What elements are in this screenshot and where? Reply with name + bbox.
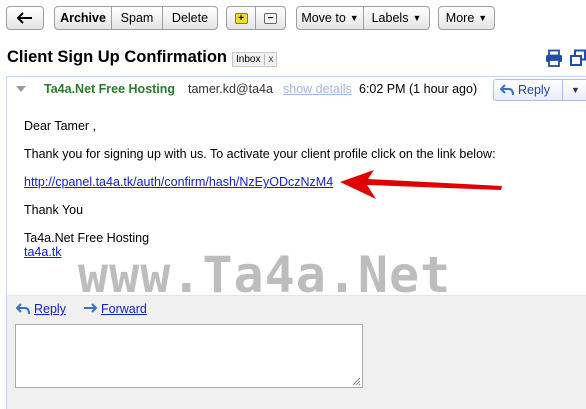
chevron-down-icon: ▼ [412, 13, 422, 23]
remove-label-x[interactable]: x [264, 54, 273, 65]
reply-button-label: Reply [518, 83, 550, 97]
toolbar: Archive Spam Delete + − Move to ▼ Labels… [0, 0, 586, 36]
reply-arrow-icon [500, 84, 514, 96]
quick-reply-area: Reply Forward [7, 295, 586, 409]
forward-arrow-icon [84, 303, 97, 313]
print-icon[interactable] [545, 49, 563, 67]
site-link[interactable]: ta4a.tk [24, 245, 62, 259]
remove-label-icon: − [264, 12, 277, 24]
reply-options-dropdown[interactable]: ▼ [563, 79, 586, 101]
greeting-text: Dear Tamer , [24, 119, 97, 133]
message-timestamp: 6:02 PM (1 hour ago) [359, 82, 478, 96]
signature-text: Ta4a.Net Free Hosting [24, 231, 150, 245]
sender-name: Ta4a.Net Free Hosting [44, 82, 176, 96]
inbox-label-chip[interactable]: Inbox x [232, 52, 278, 67]
archive-button[interactable]: Archive [54, 6, 112, 30]
more-label: More [445, 11, 475, 25]
back-button[interactable] [6, 6, 44, 30]
chevron-down-icon: ▼ [349, 13, 359, 23]
sender-email: tamer.kd@ta4a [188, 82, 273, 96]
resize-grip-icon[interactable] [351, 376, 361, 386]
reply-arrow-icon [16, 303, 30, 315]
reply-button[interactable]: Reply [493, 79, 563, 101]
forward-link[interactable]: Forward [83, 302, 147, 316]
watermark-text: www.Ta4a.Net [78, 246, 452, 304]
move-to-button[interactable]: Move to ▼ [296, 6, 364, 30]
more-button[interactable]: More ▼ [438, 6, 495, 30]
remove-label-button[interactable]: − [256, 6, 286, 30]
forward-label: Forward [101, 302, 147, 316]
quick-reply-label: Reply [34, 302, 66, 316]
activation-link[interactable]: http://cpanel.ta4a.tk/auth/confirm/hash/… [24, 175, 333, 189]
new-window-icon[interactable] [570, 49, 586, 67]
back-arrow-icon [17, 12, 32, 24]
chevron-down-icon: ▼ [478, 13, 488, 23]
labels-button[interactable]: Labels ▼ [364, 6, 430, 30]
thanks-text: Thank You [24, 203, 84, 217]
intro-text: Thank you for signing up with us. To act… [24, 147, 496, 161]
spam-label: Spam [120, 11, 154, 25]
add-star-icon: + [234, 12, 248, 24]
inbox-label-text: Inbox [236, 54, 261, 65]
message-card: Ta4a.Net Free Hosting tamer.kd@ta4a show… [6, 76, 586, 409]
archive-label: Archive [60, 11, 106, 25]
move-to-label: Move to [301, 11, 346, 25]
email-subject: Client Sign Up Confirmation [7, 48, 227, 66]
message-header[interactable]: Ta4a.Net Free Hosting tamer.kd@ta4a show… [7, 77, 586, 103]
reply-textarea[interactable] [15, 324, 363, 388]
spam-button[interactable]: Spam [112, 6, 163, 30]
collapse-arrow-icon[interactable] [16, 86, 26, 92]
labels-label: Labels [371, 11, 409, 25]
red-arrow-icon [340, 170, 502, 199]
delete-label: Delete [171, 11, 209, 25]
add-star-button[interactable]: + [226, 6, 256, 30]
quick-reply-link[interactable]: Reply [16, 302, 66, 316]
chevron-down-icon: ▼ [571, 85, 580, 95]
delete-button[interactable]: Delete [163, 6, 218, 30]
show-details-link[interactable]: show details [283, 82, 352, 96]
